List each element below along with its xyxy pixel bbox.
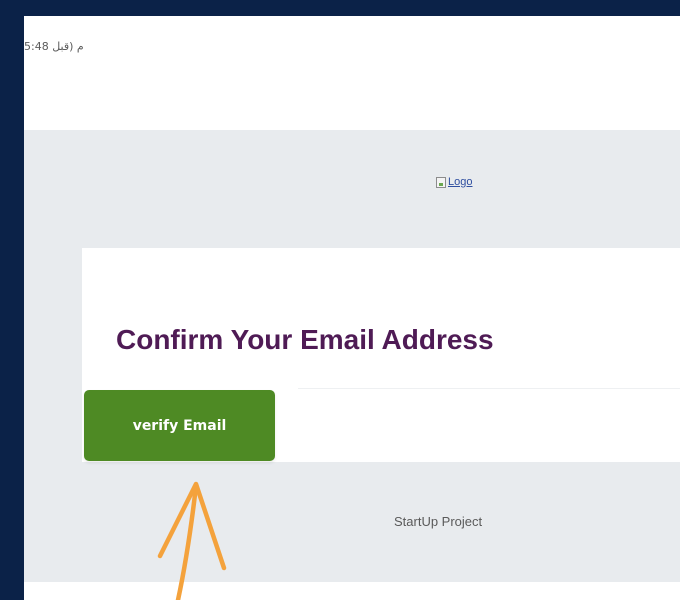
card-divider [298,388,680,389]
verify-email-button[interactable]: verify Email [84,390,275,461]
logo-alt-text: Logo [448,176,473,188]
broken-image-icon [436,176,446,188]
email-title: Confirm Your Email Address [116,324,494,355]
footer-text: StartUp Project [394,514,483,529]
logo-link[interactable]: Logo [436,176,472,188]
email-frame: 5:48 م (قبل Logo Confirm Your Email Addr… [24,16,680,600]
arrow-up-icon [157,481,227,600]
email-timestamp: 5:48 م (قبل [24,40,84,53]
